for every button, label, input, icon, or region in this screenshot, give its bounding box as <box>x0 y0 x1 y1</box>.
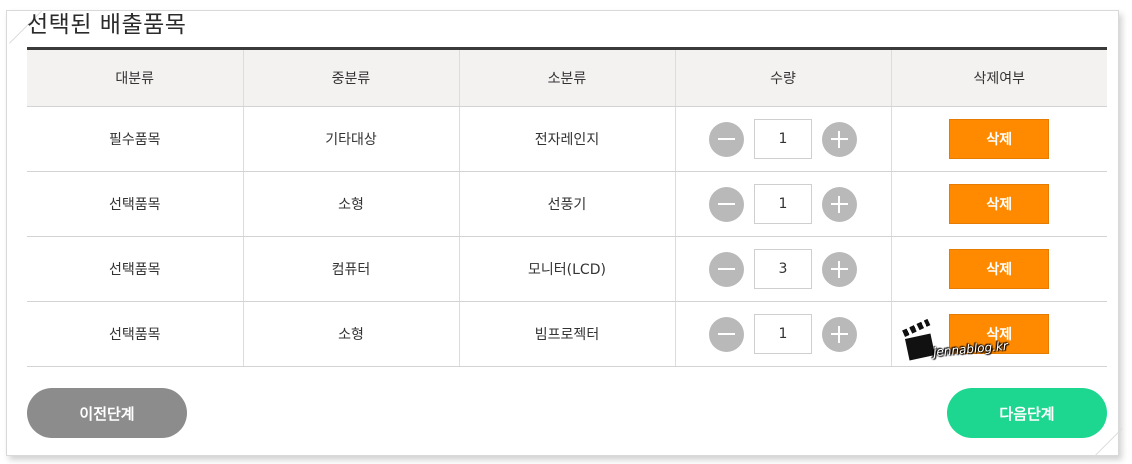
cell-major-category: 선택품목 <box>27 171 244 237</box>
cell-quantity <box>675 106 892 172</box>
cell-delete: 삭제 <box>891 236 1107 302</box>
clapperboard-icon <box>904 333 936 361</box>
decrease-button[interactable] <box>709 316 744 352</box>
cell-major-category: 선택품목 <box>27 236 244 302</box>
quantity-input[interactable] <box>754 314 812 354</box>
cell-major-category: 선택품목 <box>27 301 244 367</box>
minus-icon <box>718 332 735 335</box>
header-delete: 삭제여부 <box>891 48 1107 107</box>
decrease-button[interactable] <box>709 251 744 287</box>
delete-button[interactable]: 삭제 <box>949 249 1050 289</box>
cell-minor-category: 선풍기 <box>459 171 676 237</box>
header-quantity: 수량 <box>675 48 892 107</box>
cell-minor-category: 모니터(LCD) <box>459 236 676 302</box>
table-row: 선택품목 소형 선풍기 삭제 <box>27 171 1107 237</box>
cell-delete: 삭제 <box>891 171 1107 237</box>
minus-icon <box>718 267 735 270</box>
header-middle-category: 중분류 <box>243 48 460 107</box>
header-minor-category: 소분류 <box>459 48 676 107</box>
cell-major-category: 필수품목 <box>27 106 244 172</box>
selected-items-table-wrapper: 대분류 중분류 소분류 수량 삭제여부 필수품목 기타대상 전자레인지 1 삭제… <box>27 47 1107 367</box>
cell-middle-category: 컴퓨터 <box>243 236 460 302</box>
cell-quantity <box>675 301 892 367</box>
quantity-input[interactable] <box>754 184 812 224</box>
table-header-row: 대분류 중분류 소분류 수량 삭제여부 <box>27 48 1107 107</box>
increase-button[interactable] <box>822 251 857 287</box>
cell-quantity <box>675 236 892 302</box>
increase-button[interactable] <box>822 186 857 222</box>
blog-watermark: jennablog.kr <box>902 318 1025 370</box>
quantity-input[interactable] <box>754 119 812 159</box>
cell-delete: 삭제 <box>891 106 1107 172</box>
table-row: 필수품목 기타대상 전자레인지 삭제 <box>27 106 1107 172</box>
quantity-stepper <box>677 303 890 365</box>
minus-icon <box>718 137 735 140</box>
watermark-text: jennablog.kr <box>932 338 1009 360</box>
decrease-button[interactable] <box>709 121 744 157</box>
cell-middle-category: 기타대상 <box>243 106 460 172</box>
quantity-stepper <box>677 238 890 300</box>
next-step-button[interactable]: 다음단계 <box>947 388 1107 438</box>
delete-button[interactable]: 삭제 <box>949 184 1050 224</box>
quantity-stepper <box>677 173 890 235</box>
table-row: 선택품목 컴퓨터 모니터(LCD) 삭제 <box>27 236 1107 302</box>
cell-middle-category: 소형 <box>243 171 460 237</box>
header-major-category: 대분류 <box>27 48 244 107</box>
cell-minor-category: 전자레인지 <box>459 106 676 172</box>
cell-middle-category: 소형 <box>243 301 460 367</box>
delete-button[interactable]: 삭제 <box>949 119 1050 159</box>
page-title: 선택된 배출품목 <box>27 12 187 38</box>
decrease-button[interactable] <box>709 186 744 222</box>
cell-minor-category: 빔프로젝터 <box>459 301 676 367</box>
increase-button[interactable] <box>822 121 857 157</box>
previous-step-button[interactable]: 이전단계 <box>27 388 187 438</box>
cell-quantity <box>675 171 892 237</box>
quantity-stepper <box>677 108 890 170</box>
selected-items-table: 대분류 중분류 소분류 수량 삭제여부 필수품목 기타대상 전자레인지 1 삭제… <box>27 47 1107 367</box>
quantity-input[interactable] <box>754 249 812 289</box>
minus-icon <box>718 202 735 205</box>
increase-button[interactable] <box>822 316 857 352</box>
